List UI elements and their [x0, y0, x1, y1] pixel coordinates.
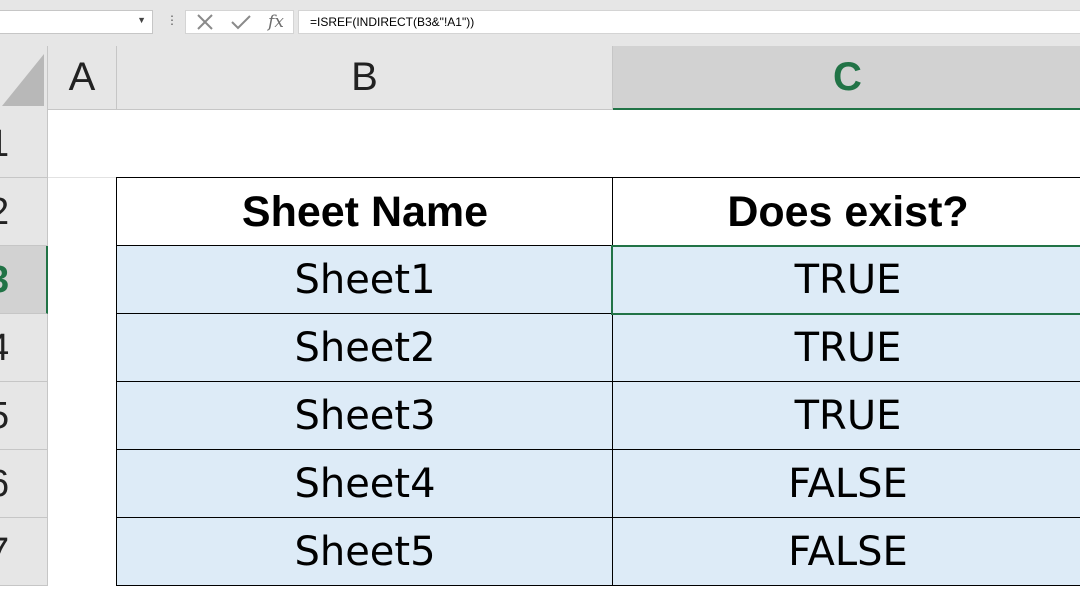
cell-c6[interactable]: FALSE [613, 450, 1080, 518]
close-icon[interactable] [193, 12, 217, 32]
cell-c5[interactable]: TRUE [613, 382, 1080, 450]
more-options-icon[interactable]: ⋮ [166, 13, 178, 27]
row-header-1[interactable]: 1 [0, 110, 48, 178]
cell-c4[interactable]: TRUE [613, 314, 1080, 382]
table-border-bottom [116, 585, 1080, 586]
column-header-b[interactable]: B [117, 46, 613, 110]
row-header-5[interactable]: 5 [0, 382, 48, 450]
row-header-2[interactable]: 2 [0, 178, 48, 246]
formula-bar: ▼ ⋮ fx =ISREF(INDIRECT(B3&"!A1")) [0, 0, 1080, 46]
row-header-4[interactable]: 4 [0, 314, 48, 382]
cell-b2-header[interactable]: Sheet Name [117, 178, 613, 246]
cell-b3[interactable]: Sheet1 [117, 246, 613, 314]
row-header-3[interactable]: 3 [0, 246, 48, 314]
table-border [116, 245, 1080, 246]
name-box[interactable]: ▼ [0, 10, 153, 34]
table-border-middle [612, 177, 613, 586]
row-header-6[interactable]: 6 [0, 450, 48, 518]
table-border [116, 313, 1080, 314]
cell-b4[interactable]: Sheet2 [117, 314, 613, 382]
row-header-7[interactable]: 7 [0, 518, 48, 586]
cell-c3[interactable]: TRUE [613, 246, 1080, 314]
table-border [116, 449, 1080, 450]
table-border-top [116, 177, 1080, 178]
formula-tools: fx [185, 10, 294, 34]
chevron-down-icon[interactable]: ▼ [137, 15, 146, 25]
column-header-a[interactable]: A [48, 46, 117, 110]
cell-b5[interactable]: Sheet3 [117, 382, 613, 450]
select-all-corner[interactable] [0, 46, 48, 110]
table-border [116, 381, 1080, 382]
formula-input[interactable]: =ISREF(INDIRECT(B3&"!A1")) [298, 10, 1080, 34]
table-border-left [116, 177, 117, 586]
cell-b6[interactable]: Sheet4 [117, 450, 613, 518]
insert-function-icon[interactable]: fx [264, 12, 288, 32]
cell-c2-header[interactable]: Does exist? [613, 178, 1080, 246]
check-icon[interactable] [229, 12, 253, 32]
cell-b7[interactable]: Sheet5 [117, 518, 613, 586]
cell-c7[interactable]: FALSE [613, 518, 1080, 586]
table-border [116, 517, 1080, 518]
column-header-c[interactable]: C [613, 46, 1080, 110]
